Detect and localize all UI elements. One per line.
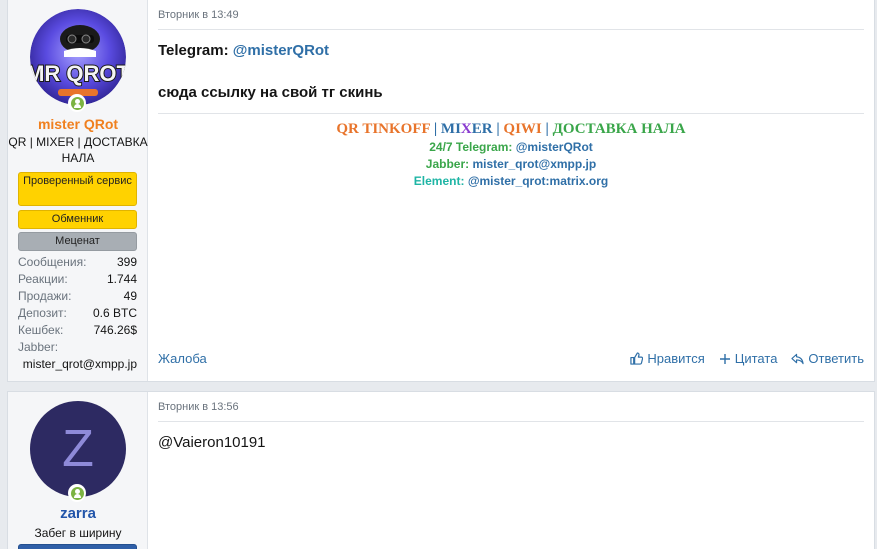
stat-jabber: Jabber: xyxy=(18,340,137,357)
online-status-icon xyxy=(68,94,86,112)
sig-qr-tinkoff: QR TINKOFF xyxy=(336,121,431,137)
stat-reactions: Реакции: 1.744 xyxy=(18,272,137,289)
banner-verified-service: Проверенный сервис xyxy=(18,172,137,206)
stat-label: Продажи: xyxy=(18,289,72,303)
username[interactable]: mister QRot xyxy=(8,116,148,132)
avatar-letter: Z xyxy=(62,420,94,478)
user-title: QR | MIXER | ДОСТАВКА НАЛА xyxy=(8,135,148,165)
post-body-telegram: Telegram: @misterQRot xyxy=(158,42,329,59)
report-button[interactable]: Жалоба xyxy=(158,351,207,366)
telegram-label: Telegram: xyxy=(158,42,229,59)
stat-value: 0.6 BTC xyxy=(92,306,137,320)
avatar-zarra[interactable]: Z xyxy=(30,401,126,497)
sig-mixer-2: X xyxy=(460,121,472,137)
banner-patron: Меценат xyxy=(18,232,137,251)
stat-value: 746.26$ xyxy=(93,323,137,337)
sig-mixer-1: MI xyxy=(440,121,461,137)
reply-icon xyxy=(791,353,805,364)
sig-telegram-link[interactable]: @misterQRot xyxy=(516,140,593,154)
like-button[interactable]: Нравится xyxy=(630,351,705,366)
thumbs-up-icon xyxy=(630,352,644,365)
post-1: MR QROT mister QRot QR | MIXER | ДОСТАВК… xyxy=(7,0,875,382)
stat-messages: Сообщения: 399 xyxy=(18,255,137,272)
reply-label: Ответить xyxy=(808,351,864,366)
stat-label: Сообщения: xyxy=(18,255,87,269)
plus-icon xyxy=(719,353,730,364)
stat-value: 399 xyxy=(116,255,137,269)
stat-label: Депозит: xyxy=(18,306,67,320)
stat-value: 49 xyxy=(123,289,137,303)
post-timestamp: Вторник в 13:56 xyxy=(158,401,864,422)
user-stats: Сообщения: 399 Реакции: 1.744 Продажи: 49 Д… xyxy=(18,255,137,372)
stat-sales: Продажи: 49 xyxy=(18,289,137,306)
stat-label: Jabber: xyxy=(18,340,59,354)
like-label: Нравится xyxy=(647,351,705,366)
avatar-logo-icon: MR QROT xyxy=(30,9,126,105)
post-body-text: @Vaieron10191 xyxy=(158,434,266,451)
sig-qiwi: QIWI xyxy=(503,121,542,137)
sig-jabber: Jabber: mister_qrot@xmpp.jp xyxy=(158,156,864,173)
post-timestamp: Вторник в 13:49 xyxy=(158,9,864,30)
sig-jabber-value: mister_qrot@xmpp.jp xyxy=(472,157,597,171)
stat-label: Кешбек: xyxy=(18,323,64,337)
stat-value: 1.744 xyxy=(106,272,137,286)
quote-button[interactable]: Цитата xyxy=(719,351,778,366)
sig-element-value: @mister_qrot:matrix.org xyxy=(467,174,609,188)
stat-deposit: Депозит: 0.6 BTC xyxy=(18,306,137,323)
avatar-logo-text: MR QROT xyxy=(30,61,126,86)
sig-delivery: ДОСТАВКА НАЛА xyxy=(552,121,686,137)
telegram-link[interactable]: @misterQRot xyxy=(233,42,329,59)
sig-separator: | xyxy=(496,121,500,137)
banner-exchanger: Обменник xyxy=(18,210,137,229)
avatar-mister-qrot[interactable]: MR QROT xyxy=(30,9,126,105)
timestamp-link[interactable]: Вторник в 13:56 xyxy=(158,401,239,413)
stat-cashback: Кешбек: 746.26$ xyxy=(18,323,137,340)
post-1-user-cell: MR QROT mister QRot QR | MIXER | ДОСТАВК… xyxy=(8,0,148,381)
post-2-main: Вторник в 13:56 @Vaieron10191 xyxy=(148,392,874,549)
signature: QR TINKOFF | MIXER | QIWI | ДОСТАВКА НАЛ… xyxy=(158,113,864,190)
user-title: Забег в ширину xyxy=(34,526,122,540)
sig-element: Element: @mister_qrot:matrix.org xyxy=(158,173,864,190)
reply-button[interactable]: Ответить xyxy=(791,351,864,366)
post-2: Z zarra Забег в ширину Вторник в 13:56 @… xyxy=(7,391,875,549)
username[interactable]: zarra xyxy=(8,505,148,522)
sig-jabber-label: Jabber: xyxy=(425,157,470,171)
signature-services: QR TINKOFF | MIXER | QIWI | ДОСТАВКА НАЛ… xyxy=(158,121,864,138)
online-status-icon xyxy=(68,484,86,502)
quote-label: Цитата xyxy=(734,351,778,366)
post-body-text: сюда ссылку на свой тг скинь xyxy=(158,84,383,101)
jabber-value: mister_qrot@xmpp.jp xyxy=(22,357,137,371)
timestamp-link[interactable]: Вторник в 13:49 xyxy=(158,9,239,21)
sig-telegram-label: 24/7 Telegram: xyxy=(429,140,513,154)
sig-separator: | xyxy=(545,121,549,137)
stat-label: Реакции: xyxy=(18,272,68,286)
sig-element-label: Element: xyxy=(413,174,465,188)
sig-separator: | xyxy=(433,121,438,137)
user-banner xyxy=(18,544,137,549)
post-1-main: Вторник в 13:49 Telegram: @misterQRot сю… xyxy=(148,0,874,381)
post-2-user-cell: Z zarra Забег в ширину xyxy=(8,392,148,549)
sig-mixer-3: ER xyxy=(471,121,493,137)
sig-telegram: 24/7 Telegram: @misterQRot xyxy=(158,139,864,156)
